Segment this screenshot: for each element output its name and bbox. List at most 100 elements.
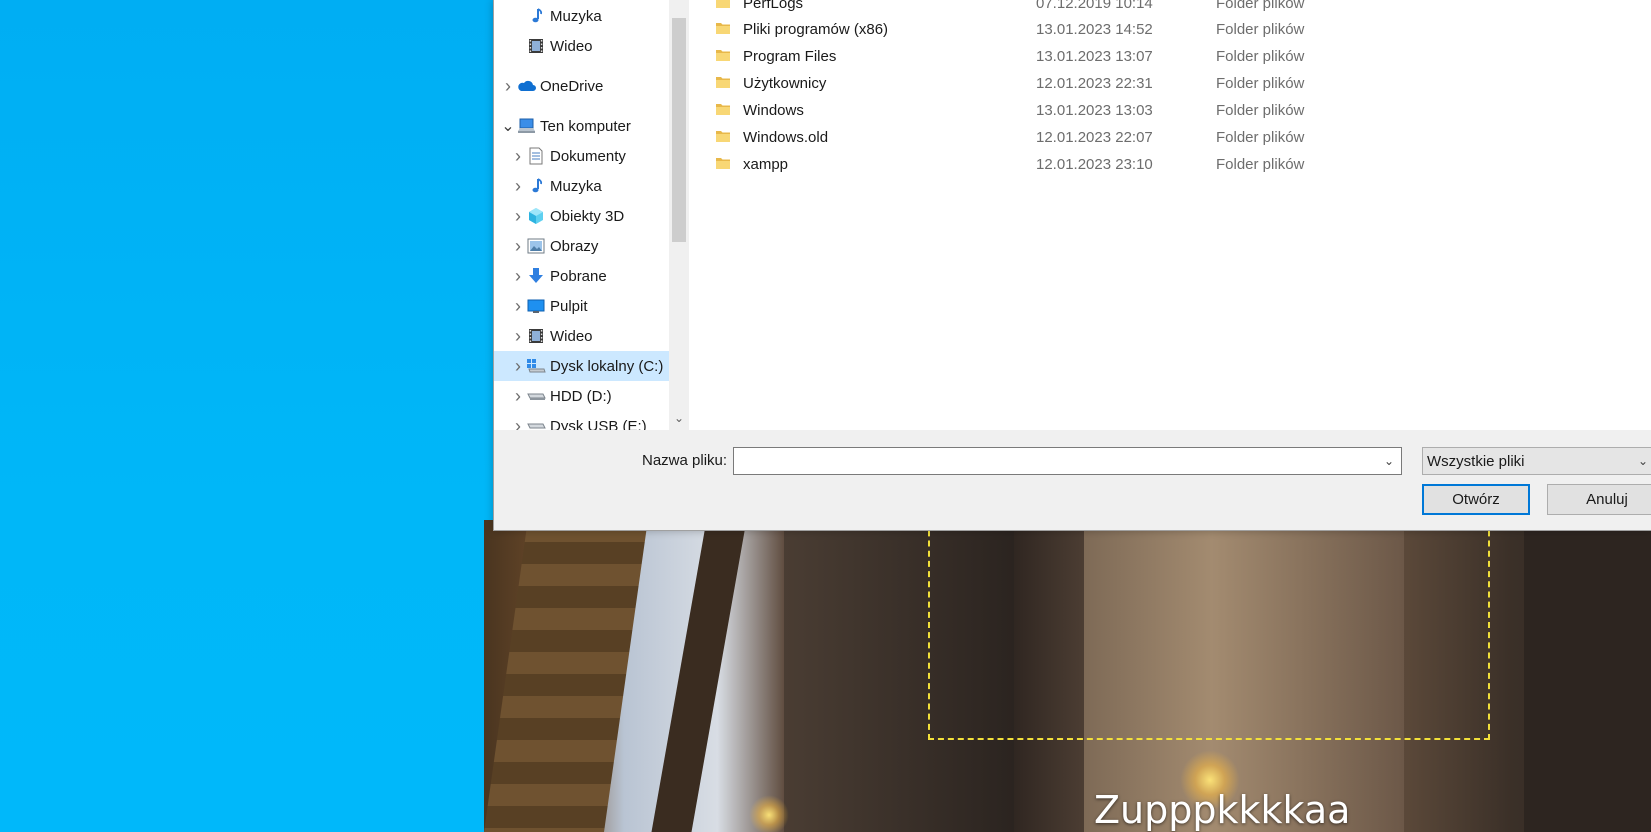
dark-column xyxy=(1524,520,1651,832)
video-icon xyxy=(526,326,546,346)
chevron-right-icon[interactable]: › xyxy=(510,176,526,196)
chevron-right-icon[interactable]: › xyxy=(510,266,526,286)
chevron-right-icon[interactable]: › xyxy=(510,386,526,406)
chevron-right-icon[interactable]: › xyxy=(510,146,526,166)
pictures-icon xyxy=(526,236,546,256)
nav-item[interactable]: › Obiekty 3D xyxy=(494,201,669,231)
nav-item[interactable]: ⌄ Ten komputer xyxy=(494,111,669,141)
file-row[interactable]: Pliki programów (x86) 13.01.2023 14:52 Fol… xyxy=(689,16,1651,43)
nav-scrollbar[interactable]: ⌄ xyxy=(669,0,689,430)
chevron-right-icon[interactable]: › xyxy=(500,76,516,96)
file-type: Folder plików xyxy=(1216,21,1305,38)
hdd-icon xyxy=(526,386,546,406)
chevron-right-icon[interactable]: › xyxy=(510,296,526,316)
file-date: 13.01.2023 14:52 xyxy=(1036,21,1153,38)
filename-input[interactable] xyxy=(736,450,1376,472)
nav-item[interactable]: › OneDrive xyxy=(494,71,669,101)
chevron-placeholder xyxy=(510,38,526,54)
file-row[interactable]: Windows 13.01.2023 13:03 Folder plików xyxy=(689,97,1651,124)
file-type: Folder plików xyxy=(1216,48,1305,65)
chevron-right-icon[interactable]: › xyxy=(510,236,526,256)
chevron-right-icon[interactable]: › xyxy=(510,326,526,346)
computer-icon xyxy=(516,116,536,136)
nav-item-label: Dokumenty xyxy=(550,147,626,165)
chevron-down-icon: ⌄ xyxy=(1638,454,1649,468)
nav-item-label: Obrazy xyxy=(550,237,599,255)
nav-item-label: Dysk USB (E:) xyxy=(550,417,647,431)
chevron-right-icon[interactable]: › xyxy=(510,206,526,226)
nav-item[interactable]: › Obrazy xyxy=(494,231,669,261)
nav-item[interactable]: › Dokumenty xyxy=(494,141,669,171)
filetype-select[interactable]: Wszystkie pliki ⌄ xyxy=(1422,447,1651,475)
nav-scroll-thumb[interactable] xyxy=(672,18,686,242)
video-icon xyxy=(526,36,546,56)
desktop-icon xyxy=(526,296,546,316)
folder-icon xyxy=(715,75,731,89)
file-row[interactable]: Program Files 13.01.2023 13:07 Folder plik… xyxy=(689,43,1651,70)
nav-item-label: Dysk lokalny (C:) xyxy=(550,357,664,375)
nav-item[interactable]: › Pulpit xyxy=(494,291,669,321)
file-row[interactable]: Windows.old 12.01.2023 22:07 Folder plików xyxy=(689,124,1651,151)
file-name: Użytkownicy xyxy=(743,75,827,92)
filename-label: Nazwa pliku: xyxy=(642,452,728,469)
chevron-down-icon[interactable]: ⌄ xyxy=(500,118,516,135)
open-file-dialog: Muzyka Wideo › OneDrive ⌄ Ten komputer › Dokume… xyxy=(493,0,1651,531)
nav-item[interactable]: › Dysk USB (E:) xyxy=(494,411,669,431)
3d-objects-icon xyxy=(526,206,546,226)
nav-item[interactable]: Muzyka xyxy=(494,1,669,31)
file-list: PerfLogs 07.12.2019 10:14 Folder plików Pli… xyxy=(689,0,1651,430)
file-date: 12.01.2023 22:31 xyxy=(1036,75,1153,92)
file-row[interactable]: Użytkownicy 12.01.2023 22:31 Folder plików xyxy=(689,70,1651,97)
file-date: 12.01.2023 22:07 xyxy=(1036,129,1153,146)
nav-item-label: Obiekty 3D xyxy=(550,207,625,225)
nav-item[interactable]: › Wideo xyxy=(494,321,669,351)
file-date: 13.01.2023 13:03 xyxy=(1036,102,1153,119)
file-name: xampp xyxy=(743,156,789,173)
nav-item-label: Ten komputer xyxy=(540,117,631,135)
screenshot-selection-rectangle[interactable] xyxy=(928,520,1490,740)
file-row[interactable]: xampp 12.01.2023 23:10 Folder plików xyxy=(689,151,1651,178)
filetype-value: Wszystkie pliki xyxy=(1427,452,1525,470)
filename-combobox[interactable]: ⌄ xyxy=(733,447,1402,475)
open-button[interactable]: Otwórz xyxy=(1422,484,1530,515)
downloads-icon xyxy=(526,266,546,286)
folder-icon xyxy=(715,102,731,116)
scroll-down-icon[interactable]: ⌄ xyxy=(671,410,687,426)
usb-drive-icon xyxy=(526,416,546,430)
file-type: Folder plików xyxy=(1216,75,1305,92)
nav-item-label: Wideo xyxy=(550,37,593,55)
game-caption: Zupppkkkkaa xyxy=(1094,788,1351,832)
chevron-placeholder xyxy=(510,8,526,24)
nav-item-label: Pulpit xyxy=(550,297,588,315)
file-date: 13.01.2023 13:07 xyxy=(1036,48,1153,65)
folder-icon xyxy=(715,129,731,143)
file-date: 12.01.2023 23:10 xyxy=(1036,156,1153,173)
nav-item[interactable]: › Pobrane xyxy=(494,261,669,291)
file-type: Folder plików xyxy=(1216,156,1305,173)
file-row[interactable]: PerfLogs 07.12.2019 10:14 Folder plików xyxy=(689,0,1651,17)
nav-item[interactable]: › Dysk lokalny (C:) xyxy=(494,351,669,381)
nav-item[interactable]: › HDD (D:) xyxy=(494,381,669,411)
music-icon xyxy=(526,176,546,196)
file-name: Windows xyxy=(743,102,804,119)
nav-item-label: Muzyka xyxy=(550,177,602,195)
nav-item-label: Muzyka xyxy=(550,7,602,25)
nav-item-label: Wideo xyxy=(550,327,593,345)
nav-item-label: Pobrane xyxy=(550,267,607,285)
chevron-down-icon[interactable]: ⌄ xyxy=(1377,448,1401,474)
chevron-right-icon[interactable]: › xyxy=(510,416,526,431)
nav-item-label: HDD (D:) xyxy=(550,387,612,405)
cancel-button[interactable]: Anuluj xyxy=(1547,484,1651,515)
navigation-pane: Muzyka Wideo › OneDrive ⌄ Ten komputer › Dokume… xyxy=(494,0,689,430)
file-date: 07.12.2019 10:14 xyxy=(1036,0,1153,12)
dark-pole xyxy=(651,520,747,832)
nav-item[interactable]: Wideo xyxy=(494,31,669,61)
chevron-right-icon[interactable]: › xyxy=(510,356,526,376)
wooden-pillar xyxy=(484,520,648,832)
file-type: Folder plików xyxy=(1216,102,1305,119)
file-name: PerfLogs xyxy=(743,0,804,12)
nav-item[interactable]: › Muzyka xyxy=(494,171,669,201)
game-window[interactable]: Zupppkkkkaa xyxy=(484,520,1651,832)
folder-icon xyxy=(715,0,731,9)
torch-glow xyxy=(749,795,789,832)
